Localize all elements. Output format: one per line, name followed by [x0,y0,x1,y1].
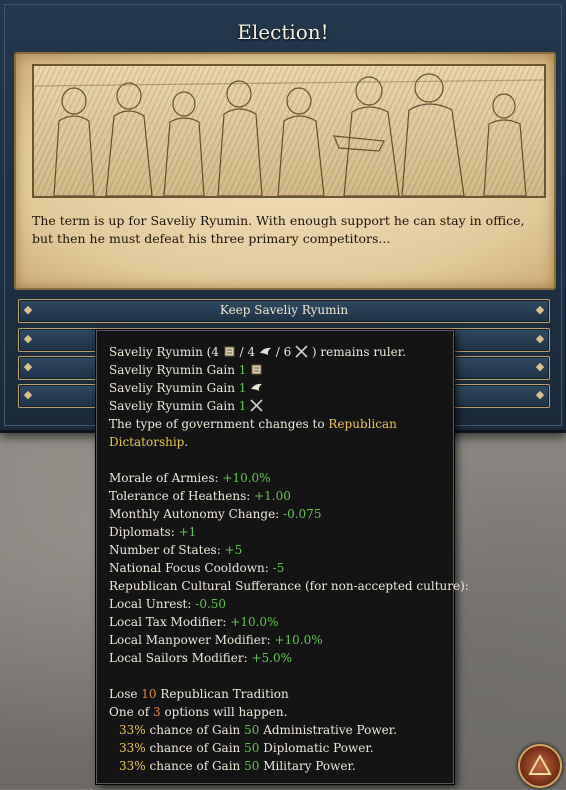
chance-row: 33% chance of Gain 50 Administrative Pow… [109,721,445,739]
modifier-value: +5.0% [251,651,292,665]
lose-prefix: Lose [109,687,138,701]
gain-label: Saveliy Ryumin Gain [109,381,235,395]
modifier-value: +10.0% [230,615,279,629]
gain-mil-value: 1 [238,399,247,413]
chance-percent: 33% [119,723,146,737]
modifier-label: Republican Cultural Sufferance (for non-… [109,579,469,593]
event-illustration [32,64,546,198]
event-parchment: The term is up for Saveliy Ryumin. With … [14,52,556,290]
modifier-label: Local Manpower Modifier: [109,633,271,647]
diamond-ornament-icon: ◆ [535,332,545,345]
chance-text: chance of Gain [149,759,241,773]
gain-dip-line: Saveliy Ryumin Gain 1 [109,379,445,397]
modifier-value: -0.50 [195,597,227,611]
modifier-label: Number of States: [109,543,221,557]
chance-list: 33% chance of Gain 50 Administrative Pow… [109,721,445,775]
modifier-value: +10.0% [274,633,323,647]
ruler-suffix: ) remains ruler. [311,345,406,359]
chance-text: chance of Gain [149,723,241,737]
event-title: Election! [237,20,329,44]
modifier-value: +5 [224,543,243,557]
modifier-row: Local Sailors Modifier: +5.0% [109,649,445,667]
scroll-icon [224,346,235,357]
option-label: Keep Saveliy Ryumin [219,303,349,317]
modifier-row: Republican Cultural Sufferance (for non-… [109,577,469,595]
modifier-label: Monthly Autonomy Change: [109,507,280,521]
modifier-label: Local Tax Modifier: [109,615,227,629]
modifier-label: Diplomats: [109,525,175,539]
modifier-row: Monthly Autonomy Change: -0.075 [109,505,445,523]
scroll-icon [251,364,262,375]
diamond-ornament-icon: ◆ [23,388,33,401]
option-effects-tooltip: Saveliy Ryumin (4 / 4 / 6 ) remains rule… [96,330,469,784]
diamond-ornament-icon: ◆ [23,332,33,345]
modifier-label: National Focus Cooldown: [109,561,269,575]
lose-value: 10 [141,687,157,701]
modifier-row: Local Manpower Modifier: +10.0% [109,631,445,649]
chance-power-type: Military Power. [263,759,356,773]
ruler-prefix: Saveliy Ryumin (4 [109,345,219,359]
one-of-suffix: options will happen. [164,705,288,719]
modifier-value: -5 [272,561,285,575]
ruler-dip: / 4 [239,345,256,359]
chance-percent: 33% [119,759,146,773]
modifier-label: Tolerance of Heathens: [109,489,251,503]
modifier-row: Local Tax Modifier: +10.0% [109,613,445,631]
diamond-ornament-icon: ◆ [23,360,33,373]
triangle-menu-icon[interactable] [518,744,562,788]
ruler-mil: / 6 [275,345,292,359]
gain-adm-line: Saveliy Ryumin Gain 1 [109,361,445,379]
chance-amount: 50 [244,741,260,755]
gov-prefix: The type of government changes to [109,417,325,431]
chance-amount: 50 [244,723,260,737]
crossed-swords-icon [295,345,308,358]
gain-adm-value: 1 [238,363,247,377]
chance-row: 33% chance of Gain 50 Diplomatic Power. [109,739,445,757]
diamond-ornament-icon: ◆ [535,388,545,401]
diamond-ornament-icon: ◆ [535,303,545,316]
crossed-swords-icon [250,399,263,412]
option-keep-ruler[interactable]: ◆ Keep Saveliy Ryumin ◆ [18,299,550,323]
modifier-row: Local Unrest: -0.50 [109,595,445,613]
ruler-remains-line: Saveliy Ryumin (4 / 4 / 6 ) remains rule… [109,343,445,361]
gain-label: Saveliy Ryumin Gain [109,399,235,413]
modifier-label: Local Sailors Modifier: [109,651,248,665]
modifier-row: Tolerance of Heathens: +1.00 [109,487,445,505]
gain-dip-value: 1 [238,381,247,395]
event-description: The term is up for Saveliy Ryumin. With … [32,213,525,246]
modifier-row: Diplomats: +1 [109,523,445,541]
modifier-label: Local Unrest: [109,597,192,611]
lose-suffix: Republican Tradition [160,687,289,701]
chance-amount: 50 [244,759,260,773]
one-of-prefix: One of [109,705,150,719]
modifier-list: Morale of Armies: +10.0% Tolerance of Hea… [109,469,469,667]
one-of-value: 3 [152,705,161,719]
modifier-value: +10.0% [222,471,271,485]
gain-mil-line: Saveliy Ryumin Gain 1 [109,397,445,415]
chance-row: 33% chance of Gain 50 Military Power. [109,757,445,775]
modifier-value: +1.00 [254,489,291,503]
modifier-value: +1 [178,525,197,539]
dove-icon [251,383,263,391]
gain-label: Saveliy Ryumin Gain [109,363,235,377]
modifier-row: Morale of Armies: +10.0% [109,469,445,487]
chance-power-type: Administrative Power. [263,723,397,737]
chance-percent: 33% [119,741,146,755]
modifier-row: Number of States: +5 [109,541,445,559]
gov-suffix: . [184,435,189,449]
modifier-label: Morale of Armies: [109,471,219,485]
diamond-ornament-icon: ◆ [535,360,545,373]
modifier-value: -0.075 [283,507,322,521]
dove-icon [259,347,271,355]
chance-power-type: Diplomatic Power. [263,741,374,755]
one-of-options-line: One of 3 options will happen. [109,703,445,721]
chance-text: chance of Gain [149,741,241,755]
modifier-row: National Focus Cooldown: -5 [109,559,445,577]
lose-tradition-line: Lose 10 Republican Tradition [109,685,445,703]
government-change-line: The type of government changes to Republ… [109,415,445,451]
